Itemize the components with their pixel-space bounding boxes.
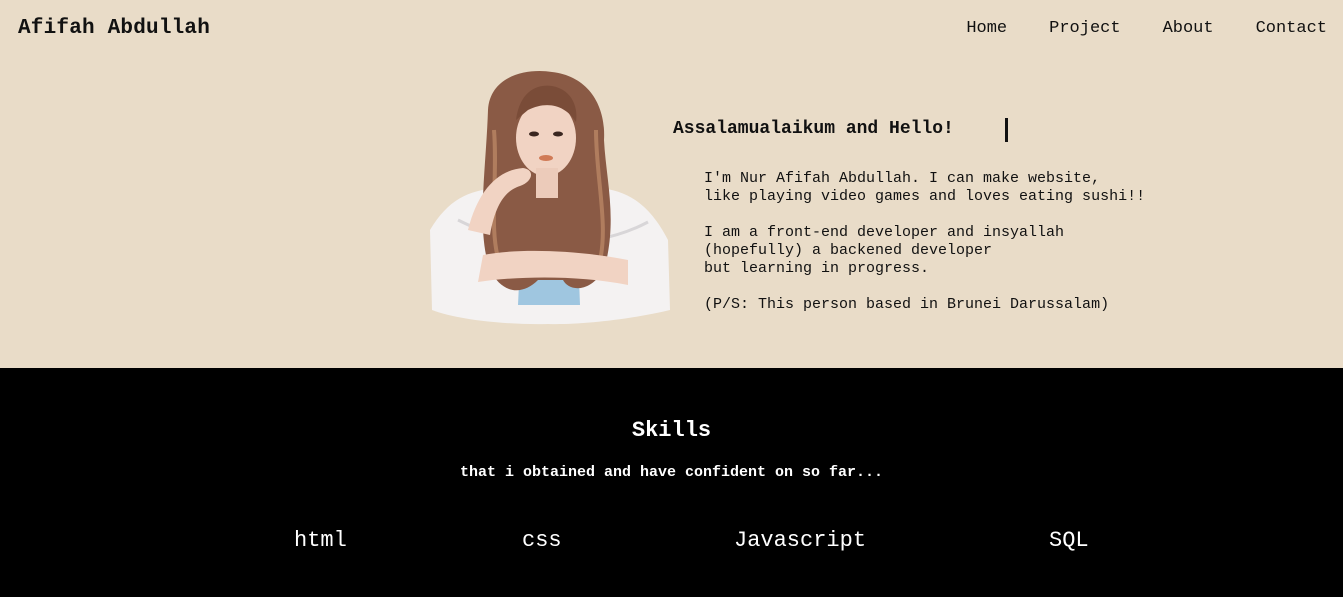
bio-line: (hopefully) a backened developer bbox=[704, 242, 993, 259]
bio-line bbox=[704, 206, 1145, 224]
skills-section: Skills that i obtained and have confiden… bbox=[0, 368, 1343, 597]
bio-line bbox=[704, 278, 1145, 296]
bio-line: I'm Nur Afifah Abdullah. I can make webs… bbox=[704, 170, 1101, 187]
skill-item-javascript: Javascript bbox=[734, 528, 867, 553]
hero-bio: I'm Nur Afifah Abdullah. I can make webs… bbox=[704, 170, 1145, 314]
nav-home[interactable]: Home bbox=[966, 19, 1007, 38]
hero-section: Assalamualaikum and Hello! I'm Nur Afifa… bbox=[0, 60, 1343, 368]
skill-item-css: css bbox=[522, 528, 562, 553]
main-nav: Home Project About Contact bbox=[966, 19, 1327, 38]
bio-line: but learning in progress. bbox=[704, 260, 930, 277]
nav-contact[interactable]: Contact bbox=[1256, 19, 1327, 38]
hero-greeting: Assalamualaikum and Hello! bbox=[673, 119, 954, 139]
nav-project[interactable]: Project bbox=[1049, 19, 1120, 38]
skills-subtitle: that i obtained and have confident on so… bbox=[459, 464, 884, 481]
bio-line: like playing video games and loves eatin… bbox=[704, 188, 1146, 205]
typing-cursor bbox=[1005, 118, 1008, 142]
site-brand[interactable]: Afifah Abdullah bbox=[18, 17, 210, 40]
bio-line: (P/S: This person based in Brunei Daruss… bbox=[704, 296, 1110, 313]
nav-about[interactable]: About bbox=[1163, 19, 1214, 38]
skills-title: Skills bbox=[631, 418, 712, 443]
skill-item-sql: SQL bbox=[1049, 528, 1089, 553]
bio-line: I am a front-end developer and insyallah bbox=[704, 224, 1065, 241]
skill-item-html: html bbox=[294, 528, 347, 553]
site-header: Afifah Abdullah Home Project About Conta… bbox=[0, 0, 1343, 60]
profile-portrait bbox=[430, 70, 670, 325]
